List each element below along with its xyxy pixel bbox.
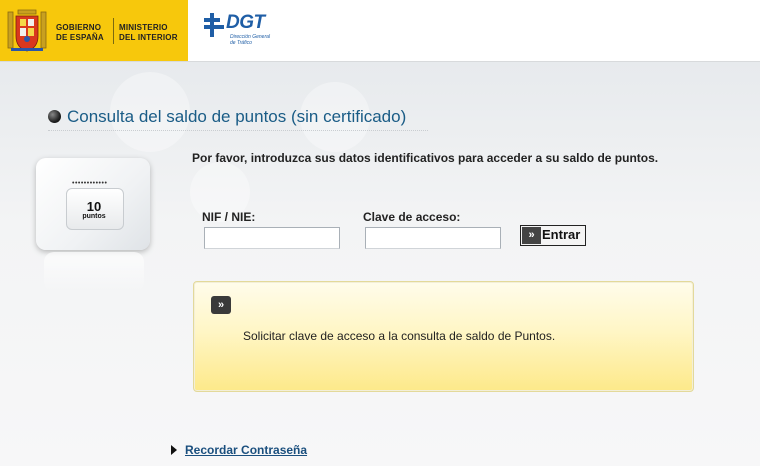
- dgt-subtitle: Dirección General de Tráfico: [230, 34, 270, 46]
- dgt-name: DGT: [226, 12, 265, 33]
- divider: [113, 18, 114, 44]
- card-reflection: [44, 252, 144, 292]
- ministry-label: MINISTERIO DEL INTERIOR: [119, 23, 178, 43]
- government-line-2: DE ESPAÑA: [56, 33, 104, 42]
- request-key-button[interactable]: »: [211, 296, 231, 314]
- bullet-icon: [48, 110, 61, 123]
- government-line-1: GOBIERNO: [56, 23, 102, 32]
- points-value: 10: [86, 199, 102, 214]
- points-dots: ••••••••••••: [72, 180, 108, 187]
- clave-input[interactable]: [365, 227, 501, 249]
- entrar-button[interactable]: » Entrar: [520, 225, 586, 246]
- government-label: GOBIERNO DE ESPAÑA: [56, 23, 104, 43]
- triangle-right-icon: [171, 445, 177, 455]
- title-divider: [48, 130, 428, 131]
- nif-input[interactable]: [204, 227, 340, 249]
- dgt-subtitle-line-2: de Tráfico: [230, 40, 252, 46]
- intro-text: Por favor, introduzca sus datos identifi…: [192, 151, 659, 165]
- page-title-text: Consulta del saldo de puntos (sin certif…: [67, 107, 407, 126]
- government-block: GOBIERNO DE ESPAÑA MINISTERIO DEL INTERI…: [0, 0, 188, 61]
- entrar-button-label: Entrar: [542, 227, 581, 242]
- top-banner: GOBIERNO DE ESPAÑA MINISTERIO DEL INTERI…: [0, 0, 760, 62]
- ministry-line-2: DEL INTERIOR: [119, 33, 178, 42]
- nif-label: NIF / NIE:: [202, 210, 256, 224]
- clave-label: Clave de acceso:: [363, 210, 461, 224]
- remember-password-link[interactable]: Recordar Contraseña: [185, 443, 307, 457]
- ministry-line-1: MINISTERIO: [119, 23, 168, 32]
- request-key-text[interactable]: Solicitar clave de acceso a la consulta …: [243, 329, 555, 343]
- double-chevron-icon: »: [522, 227, 541, 244]
- coat-of-arms-icon: [7, 9, 47, 52]
- points-unit: puntos: [82, 213, 106, 220]
